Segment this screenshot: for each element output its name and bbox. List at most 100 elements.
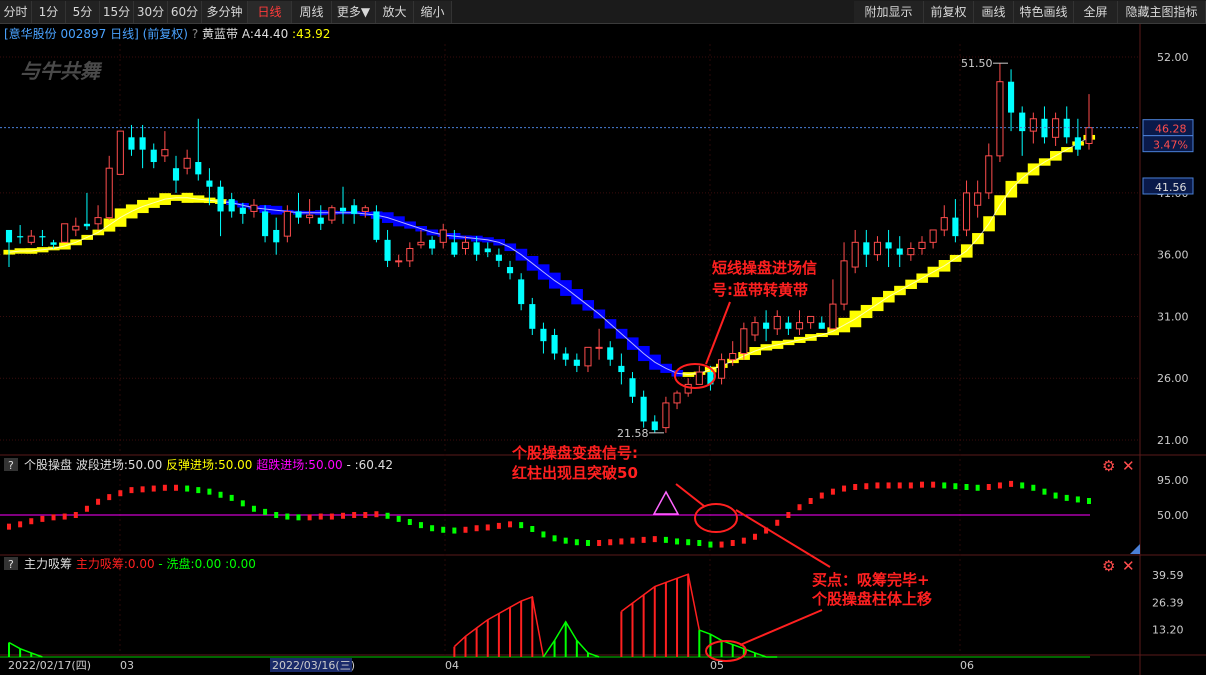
candle-body (351, 205, 358, 214)
indicator-bar (296, 514, 301, 521)
indicator-bar (29, 518, 34, 525)
candle-body (339, 207, 347, 212)
candle-body (562, 353, 569, 360)
indicator-bar (140, 486, 145, 493)
indicator-bar (574, 539, 579, 546)
indicator-bar (341, 512, 346, 519)
candle-body (384, 239, 391, 261)
indicator-bar (385, 512, 390, 519)
candle-body (150, 149, 157, 163)
indicator-bar (552, 535, 557, 542)
indicator-bar (819, 492, 824, 499)
candle-body (161, 149, 169, 157)
indicator-bar (1064, 494, 1069, 501)
period-tab[interactable]: 30分 (134, 1, 168, 23)
kline-chart: [意华股份 002897 日线] (前复权) ? 黄蓝带 A:44.40 :43… (0, 24, 1206, 675)
tool-button[interactable]: 附加显示 (854, 1, 924, 23)
candle-body (640, 396, 647, 422)
indicator-bar (1020, 482, 1025, 489)
period-tab[interactable]: 缩小 (414, 1, 452, 23)
indicator-bar (263, 508, 268, 515)
indicator-bar (441, 526, 446, 533)
adjust-label: (前复权) (143, 26, 192, 41)
period-tab[interactable]: 分时 (0, 1, 32, 23)
indicator-bar (597, 540, 602, 546)
candle-body (27, 235, 35, 243)
annotation-text: 号:蓝带转黄带 (712, 281, 808, 299)
y-tick-label: 26.00 (1157, 372, 1189, 385)
indicator-bar (496, 522, 501, 529)
indicator-bar (953, 483, 958, 490)
indicator-bar (708, 541, 713, 548)
x-tick-label: 03 (120, 659, 134, 672)
candle-body (262, 211, 269, 237)
indicator-bar (842, 485, 847, 492)
indicator-bar (374, 511, 379, 518)
candle-body (506, 267, 514, 274)
candle-body (328, 207, 336, 221)
indicator-bar (719, 541, 724, 548)
indicator-bar (151, 485, 156, 492)
period-tab[interactable]: 更多▼ (332, 1, 376, 23)
candle-body (873, 241, 882, 256)
period-tab[interactable]: 放大 (376, 1, 414, 23)
indicator-bar (741, 537, 746, 544)
tool-button[interactable]: 前复权 (924, 1, 974, 23)
candle-body (217, 186, 224, 212)
tool-button[interactable]: 特色画线 (1014, 1, 1074, 23)
ind1-val: 反弹进场:50.00 (166, 458, 256, 472)
indicator-bar (942, 482, 947, 489)
tool-button[interactable]: 全屏 (1074, 1, 1118, 23)
annotation-text: 红柱出现且突破50 (512, 464, 638, 482)
candle-body (695, 371, 703, 385)
indicator-bar (274, 512, 279, 518)
period-tab[interactable]: 15分 (100, 1, 134, 23)
candle-body (929, 229, 937, 243)
indicator-bar (51, 514, 56, 521)
indicator-bar (407, 519, 412, 525)
indicator-bar (797, 504, 802, 511)
candle-body (673, 392, 681, 404)
indicator-bar (608, 539, 613, 546)
period-tab[interactable]: 5分 (66, 1, 100, 23)
candle-body (729, 353, 737, 361)
period-tab[interactable]: 多分钟 (202, 1, 248, 23)
y-tick-label: 95.00 (1157, 474, 1189, 487)
indicator-bar (40, 515, 45, 522)
y-tick-label: 21.00 (1157, 434, 1189, 447)
ind2-name: 主力吸筹 (24, 557, 76, 571)
period-tab[interactable]: 1分 (32, 1, 66, 23)
current-change: 3.47% (1153, 139, 1188, 152)
period-tab[interactable]: 周线 (292, 1, 332, 23)
candle-body (306, 214, 314, 219)
indicator-bar (931, 481, 936, 488)
indicator-bar (185, 485, 190, 492)
indicator-bar (808, 498, 813, 504)
candle-body (985, 155, 993, 194)
candle-body (17, 236, 24, 238)
indicator-bar (218, 491, 223, 498)
candle-body (684, 383, 692, 394)
annotation-text: 个股操盘变盘信号: (511, 444, 638, 462)
tool-button[interactable]: 隐藏主图指标 (1118, 1, 1206, 23)
indicator-bar (118, 490, 123, 497)
candle-body (851, 241, 859, 268)
indicator-bar (519, 522, 524, 529)
x-tick-label: 04 (445, 659, 459, 672)
candle-body (195, 162, 202, 175)
indicator-bar (84, 505, 89, 512)
indicator-bar (18, 521, 23, 528)
period-tab[interactable]: 60分 (168, 1, 202, 23)
ind1-val: 波段进场:50.00 (76, 457, 166, 472)
candle-body (740, 328, 748, 355)
candle-body (718, 359, 726, 379)
tool-button[interactable]: 画线 (974, 1, 1014, 23)
candle-body (907, 248, 915, 256)
indicator-bar (508, 521, 513, 528)
indicator-bar (363, 512, 368, 518)
indicator-bar (864, 483, 869, 490)
period-tab[interactable]: 日线 (248, 1, 292, 23)
indicator-bar (775, 519, 780, 526)
indicator-bar (1075, 496, 1080, 503)
annotation-text: 短线操盘进场信 (712, 259, 817, 277)
